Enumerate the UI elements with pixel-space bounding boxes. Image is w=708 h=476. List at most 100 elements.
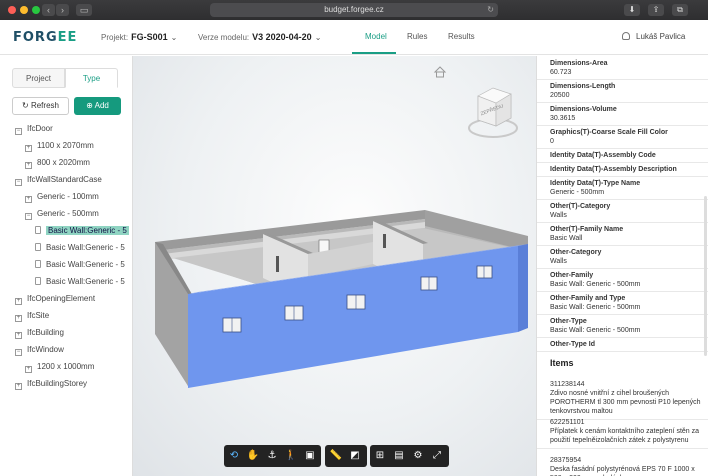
model-browser-icon[interactable]: ⊞ [372,448,388,464]
camera-icon[interactable]: ▣ [302,448,318,464]
tab-results[interactable]: Results [448,32,475,41]
items-heading: Items [550,358,574,368]
tab-rules[interactable]: Rules [407,32,427,41]
tree-node-label: IfcDoor [27,124,53,133]
tree-node[interactable]: +1100 x 2070mm [25,139,94,153]
file-icon[interactable] [35,243,41,251]
orbit-icon[interactable]: ⟲ [226,448,242,464]
property-value: Walls [550,212,567,219]
collapse-icon[interactable]: − [25,213,32,220]
tree-node[interactable]: − Generic - 500mm [25,207,99,221]
file-icon[interactable] [35,260,41,268]
tree-node[interactable]: + IfcBuildingStorey [15,377,87,391]
file-icon[interactable] [35,277,41,285]
property-row: Other-Family and Type Basic Wall: Generic… [537,292,708,315]
zoom-icon[interactable]: ⚓ [264,448,280,464]
maximize-window-button[interactable] [32,6,40,14]
user-name: Lukáš Pavlica [636,32,686,41]
expand-icon[interactable]: + [15,383,22,390]
tab-type[interactable]: Type [65,68,118,88]
property-value: Basic Wall [550,235,583,242]
tree-node-label: IfcOpeningElement [27,294,96,303]
reload-icon[interactable]: ↻ [487,3,494,17]
project-value: FG-S001 [131,32,168,42]
property-row: Identity Data(T)-Assembly Code [537,149,708,163]
project-selector[interactable]: Projekt: FG-S001 ⌄ [101,32,177,42]
settings-icon[interactable]: ⚙ [410,448,426,464]
user-menu[interactable]: Lukáš Pavlica [622,32,685,41]
building-model[interactable]: ZEPŘEDU [133,56,536,476]
tree-node[interactable]: Basic Wall:Generic - 5 [35,241,125,255]
tree-node-label: Generic - 500mm [37,209,99,218]
tree-node[interactable]: + Generic - 100mm [25,190,99,204]
property-value: 60.723 [550,69,572,76]
measure-toolbar: 📏 ◩ [325,445,367,467]
expand-icon[interactable]: + [15,298,22,305]
url-bar[interactable]: budget.forgee.cz ↻ [210,3,498,17]
tree-node[interactable]: Basic Wall:Generic - 5 [35,275,125,289]
back-icon[interactable]: ‹ [42,4,55,16]
expand-icon[interactable]: + [25,145,32,152]
tree-node[interactable]: − IfcDoor [15,122,53,136]
tree-node-label: Basic Wall:Generic - 5 [46,277,125,286]
expand-icon[interactable]: + [15,332,22,339]
download-icon[interactable]: ⬇ [624,4,640,16]
tree-node[interactable]: + IfcSite [15,309,49,323]
fullscreen-icon[interactable]: ⤢ [429,448,445,464]
list-item[interactable]: 311238144 Zdivo nosné vnitřní z cihel bro… [537,378,708,420]
property-row: Other-Type Basic Wall: Generic - 500mm [537,315,708,338]
close-window-button[interactable] [8,6,16,14]
expand-icon[interactable]: + [15,315,22,322]
tabs-overview-icon[interactable]: ⧉ [672,4,688,16]
minimize-window-button[interactable] [20,6,28,14]
refresh-button[interactable]: ↻ Refresh [12,97,69,115]
walk-icon[interactable]: 🚶 [283,448,299,464]
tab-model[interactable]: Model [365,32,387,41]
window[interactable] [476,265,493,279]
app-header: FORGEE Projekt: FG-S001 ⌄ Verze modelu: V3 … [0,20,708,55]
collapse-icon[interactable]: − [15,179,22,186]
view-cube[interactable]: ZEPŘEDU [468,87,518,138]
expand-icon[interactable]: + [25,162,32,169]
property-value: Basic Wall: Generic - 500mm [550,327,641,334]
tree-node[interactable]: − IfcWindow [15,343,64,357]
tree-node[interactable]: + IfcOpeningElement [15,292,95,306]
tree-node-label: IfcWallStandardCase [27,175,102,184]
property-row: Identity Data(T)-Assembly Description [537,163,708,177]
chevron-down-icon: ⌄ [170,33,178,42]
sidebar-toggle-icon[interactable]: ▭ [76,4,92,16]
item-description: Příplatek k cenám kontaktního zateplení … [550,428,700,444]
tree-node[interactable]: +800 x 2020mm [25,156,90,170]
tree-node[interactable]: − IfcWallStandardCase [15,173,102,187]
3d-viewer[interactable]: ZEPŘEDU ⟲ ✋ ⚓ 🚶 ▣ 📏 ◩ ⊞ ▤ ⚙ ⤢ [133,56,536,476]
left-tabs: Project Type [12,68,118,88]
property-name: Identity Data(T)-Type Name [550,180,641,187]
file-icon[interactable] [35,226,41,234]
tree-node[interactable]: Basic Wall:Generic - 5 [35,224,129,238]
share-icon[interactable]: ⇪ [648,4,664,16]
list-item[interactable]: 28375954 Deska fasádní polystyrénová EPS … [537,454,708,476]
collapse-icon[interactable]: − [15,349,22,356]
home-icon[interactable] [433,66,447,78]
tree-node[interactable]: + IfcBuilding [15,326,64,340]
tree-node[interactable]: +1200 x 1000mm [25,360,94,374]
tab-project[interactable]: Project [12,68,65,88]
chevron-down-icon: ⌄ [314,33,322,42]
measure-icon[interactable]: 📏 [328,448,344,464]
model-version-selector[interactable]: Verze modelu: V3 2020-04-20 ⌄ [198,32,321,42]
add-button[interactable]: ⊕ Add [74,97,121,115]
forgee-logo[interactable]: FORGEE [13,30,77,45]
forward-icon[interactable]: › [56,4,69,16]
active-tab-indicator [352,52,396,54]
list-item[interactable]: 622251101 Příplatek k cenám kontaktního z… [537,416,708,449]
expand-icon[interactable]: + [25,196,32,203]
pan-icon[interactable]: ✋ [245,448,261,464]
property-value: 0 [550,138,554,145]
properties-icon[interactable]: ▤ [391,448,407,464]
tree-node[interactable]: Basic Wall:Generic - 5 [35,258,125,272]
expand-icon[interactable]: + [25,366,32,373]
plus-circle-icon: ⊕ [86,101,95,110]
section-icon[interactable]: ◩ [347,448,363,464]
scrollbar[interactable] [704,196,707,356]
collapse-icon[interactable]: − [15,128,22,135]
